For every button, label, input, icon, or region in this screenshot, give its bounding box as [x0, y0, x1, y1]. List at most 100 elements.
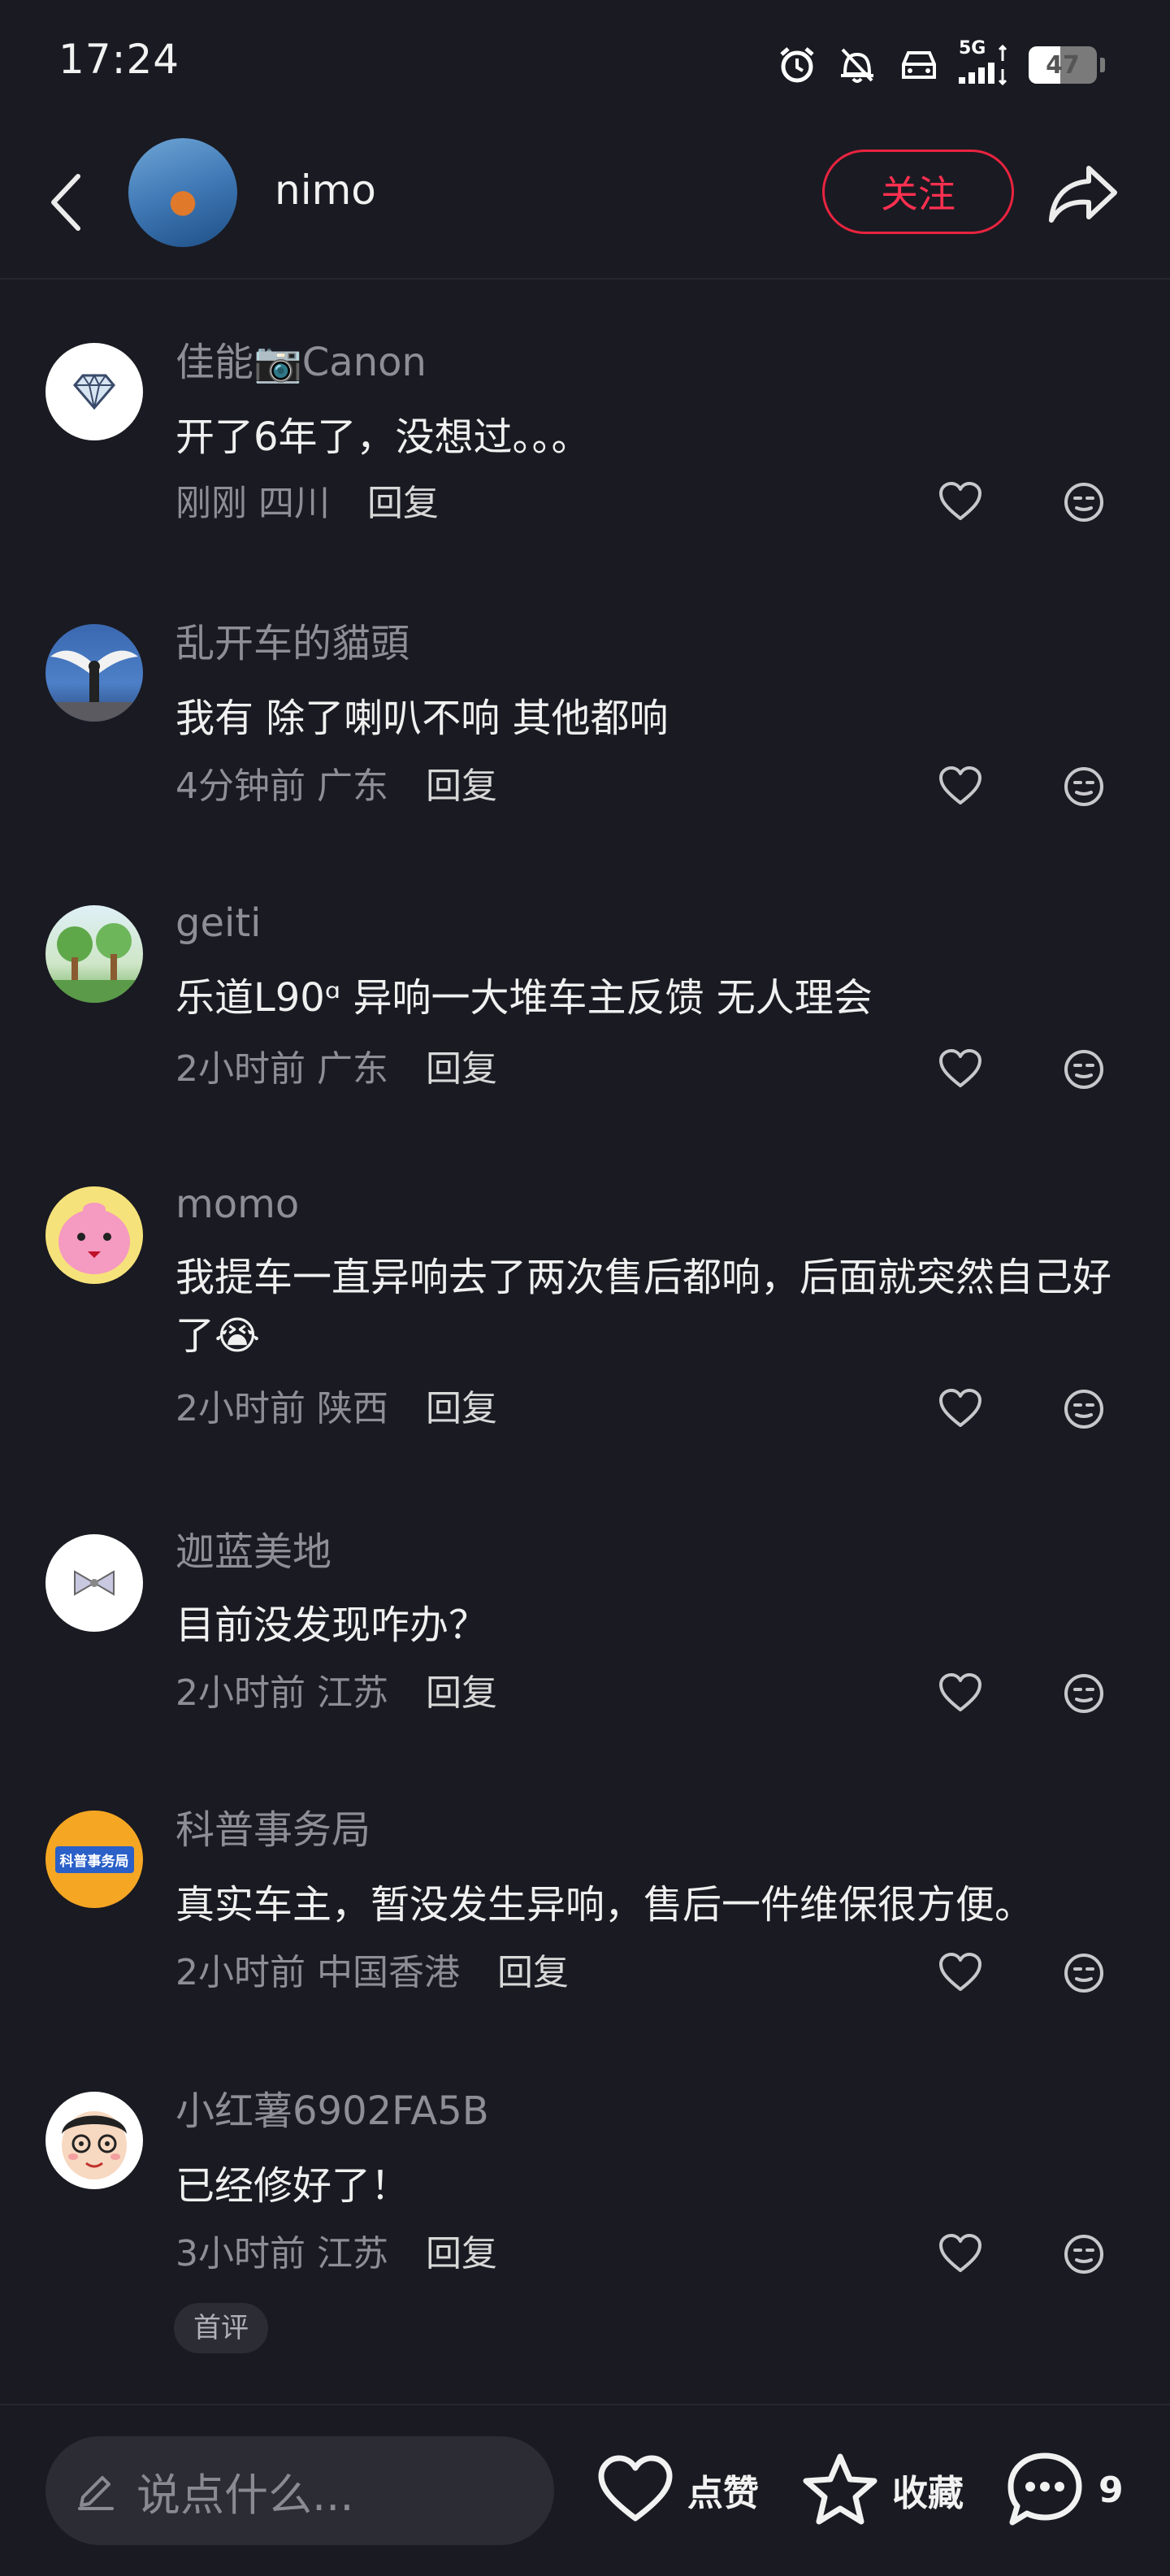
- emoji-icon[interactable]: [1063, 1952, 1105, 1994]
- comment-text: 真实车主，暂没发生异响，售后一件维保很方便。: [176, 1882, 1034, 1928]
- like-button[interactable]: 点赞: [596, 2449, 759, 2530]
- commenter-avatar[interactable]: [46, 624, 143, 722]
- comment-location: 江苏: [317, 2233, 388, 2275]
- reply-button[interactable]: 回复: [426, 2233, 497, 2275]
- commenter-name[interactable]: momo: [176, 1180, 299, 1229]
- emoji-icon[interactable]: [1063, 1672, 1105, 1715]
- reply-button[interactable]: 回复: [426, 765, 497, 807]
- commenter-name[interactable]: 佳能📷Canon: [176, 338, 427, 387]
- car-icon: [902, 51, 936, 79]
- emoji-icon[interactable]: [1063, 2233, 1105, 2275]
- commenter-avatar[interactable]: [46, 1534, 143, 1632]
- comment-location: 广东: [317, 765, 388, 807]
- commenter-avatar[interactable]: [46, 2092, 143, 2189]
- comment-meta: 3小时前 江苏 回复: [176, 2231, 497, 2277]
- comment-time: 2小时前: [176, 1952, 306, 1993]
- comment-input-placeholder: 说点什么...: [136, 2469, 354, 2521]
- emoji-icon[interactable]: [1063, 481, 1105, 523]
- comment-location: 江苏: [317, 1672, 388, 1714]
- network-label: 5G: [959, 38, 986, 59]
- heart-icon: [598, 2455, 673, 2522]
- heart-icon[interactable]: [938, 1047, 983, 1092]
- author-name[interactable]: nimo: [275, 166, 376, 215]
- commenter-avatar[interactable]: [46, 905, 143, 1003]
- pink-character-icon: [58, 1203, 130, 1274]
- pencil-icon: [78, 2476, 114, 2510]
- comment-count-button[interactable]: 9: [1004, 2449, 1124, 2530]
- heart-icon[interactable]: [938, 479, 983, 525]
- wings-icon: [46, 650, 143, 722]
- reply-button[interactable]: 回复: [426, 1048, 497, 1090]
- heart-icon[interactable]: [938, 764, 983, 809]
- comment-item: 乱开车的貓頭 我有 除了喇叭不响 其他都响 4分钟前 广东 回复: [0, 561, 1170, 843]
- comment-meta: 2小时前 陕西 回复: [176, 1386, 497, 1432]
- commenter-name[interactable]: 乱开车的貓頭: [176, 619, 410, 668]
- reply-button[interactable]: 回复: [367, 483, 439, 524]
- comment-meta: 2小时前 广东 回复: [176, 1047, 497, 1092]
- commenter-name[interactable]: 迦蓝美地: [176, 1528, 332, 1576]
- heart-icon[interactable]: [938, 1386, 983, 1432]
- diamond-icon: [73, 373, 115, 410]
- commenter-avatar[interactable]: [46, 1186, 143, 1284]
- comment-location: 中国香港: [317, 1952, 460, 1993]
- vibrate-off-icon: [841, 48, 873, 83]
- comment-time: 刚刚: [176, 483, 247, 524]
- comment-location: 四川: [258, 483, 330, 524]
- emoji-icon[interactable]: [1063, 1388, 1105, 1430]
- comment-item: 迦蓝美地 目前没发现咋办？ 2小时前 江苏 回复: [0, 1466, 1170, 1747]
- follow-button[interactable]: 关注: [822, 150, 1014, 234]
- comment-item: 小红薯6902FA5B 已经修好了！ 3小时前 江苏 回复 首评: [0, 2028, 1170, 2402]
- comment-text: 我提车一直异响去了两次售后都响，后面就突然自己好了😭: [176, 1255, 1112, 1359]
- first-comment-badge: 首评: [174, 2303, 268, 2353]
- comment-meta: 刚刚 四川 回复: [176, 481, 439, 527]
- comment-location: 广东: [317, 1048, 388, 1090]
- comment-text: 已经修好了！: [176, 2163, 410, 2209]
- heart-icon[interactable]: [938, 2231, 983, 2277]
- emoji-icon[interactable]: [1063, 1048, 1105, 1091]
- battery-icon: 47: [1029, 46, 1097, 84]
- comment-item: momo 我提车一直异响去了两次售后都响，后面就突然自己好了😭 2小时前 陕西 …: [0, 1125, 1170, 1466]
- comment-input[interactable]: 说点什么...: [46, 2436, 554, 2545]
- comment-time: 3小时前: [176, 2233, 306, 2275]
- commenter-avatar[interactable]: 科普事务局: [46, 1811, 143, 1908]
- trees-icon: [46, 923, 143, 1003]
- commenter-name[interactable]: 小红薯6902FA5B: [176, 2087, 489, 2136]
- comment-text: 我有 除了喇叭不响 其他都响: [176, 696, 669, 741]
- battery-level: 47: [1046, 50, 1080, 80]
- comment-item: geiti 乐道L90ᵅ 异响一大堆车主反馈 无人理会 2小时前 广东 回复: [0, 843, 1170, 1125]
- author-avatar[interactable]: [128, 138, 237, 247]
- alarm-icon: [780, 47, 814, 83]
- status-time: 17:24: [58, 36, 180, 83]
- comment-text: 目前没发现咋办？: [176, 1602, 488, 1648]
- collect-label: 收藏: [892, 2473, 964, 2514]
- collect-button[interactable]: 收藏: [801, 2449, 964, 2530]
- commenter-name[interactable]: geiti: [176, 899, 262, 948]
- comment-text: 乐道L90ᵅ 异响一大堆车主反馈 无人理会: [176, 975, 873, 1021]
- comment-time: 2小时前: [176, 1672, 306, 1714]
- star-icon: [803, 2453, 878, 2525]
- chevron-left-icon: [51, 174, 80, 231]
- comment-count: 9: [1098, 2469, 1124, 2511]
- comment-time: 2小时前: [176, 1048, 306, 1090]
- share-button[interactable]: [1046, 158, 1120, 231]
- back-button[interactable]: [41, 166, 89, 239]
- reply-button[interactable]: 回复: [426, 1672, 497, 1714]
- post-header: nimo 关注: [0, 130, 1170, 280]
- comment-location: 陕西: [317, 1388, 388, 1429]
- share-icon: [1049, 166, 1117, 223]
- status-icons: 5G 47: [777, 40, 1105, 89]
- heart-icon[interactable]: [938, 1950, 983, 1996]
- reply-button[interactable]: 回复: [497, 1952, 569, 1993]
- comment-meta: 2小时前 江苏 回复: [176, 1671, 497, 1716]
- comment-meta: 4分钟前 广东 回复: [176, 764, 497, 809]
- comment-bubble-icon: [1008, 2452, 1082, 2526]
- heart-icon[interactable]: [938, 1671, 983, 1716]
- signal-icon: 5G: [959, 40, 1011, 85]
- comment-meta: 2小时前 中国香港 回复: [176, 1950, 569, 1996]
- avatar-badge: 科普事务局: [54, 1845, 134, 1873]
- reply-button[interactable]: 回复: [426, 1388, 497, 1429]
- commenter-name[interactable]: 科普事务局: [176, 1806, 370, 1854]
- emoji-icon[interactable]: [1063, 765, 1105, 808]
- commenter-avatar[interactable]: [46, 343, 143, 440]
- like-label: 点赞: [687, 2473, 759, 2514]
